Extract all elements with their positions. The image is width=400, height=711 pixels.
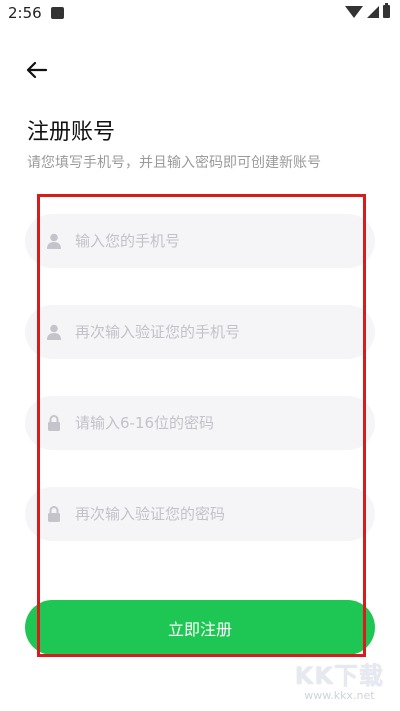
page-title: 注册账号 xyxy=(27,120,116,145)
back-button[interactable] xyxy=(22,56,50,84)
wifi-icon xyxy=(345,5,363,18)
status-bar: 2:56 xyxy=(0,0,400,28)
image-notification-icon xyxy=(51,7,64,19)
watermark-url: www.kkx.net xyxy=(304,689,375,702)
highlight-box xyxy=(37,194,366,657)
page-subtitle: 请您填写手机号，并且输入密码即可创建新账号 xyxy=(27,155,321,171)
watermark: KK下载 www.kkx.net xyxy=(295,656,384,702)
arrow-left-icon xyxy=(26,61,47,79)
status-time: 2:56 xyxy=(8,4,42,22)
status-icons xyxy=(345,3,390,18)
watermark-brand: KK下载 xyxy=(294,662,384,690)
signal-icon xyxy=(367,5,379,18)
battery-icon xyxy=(383,3,390,18)
